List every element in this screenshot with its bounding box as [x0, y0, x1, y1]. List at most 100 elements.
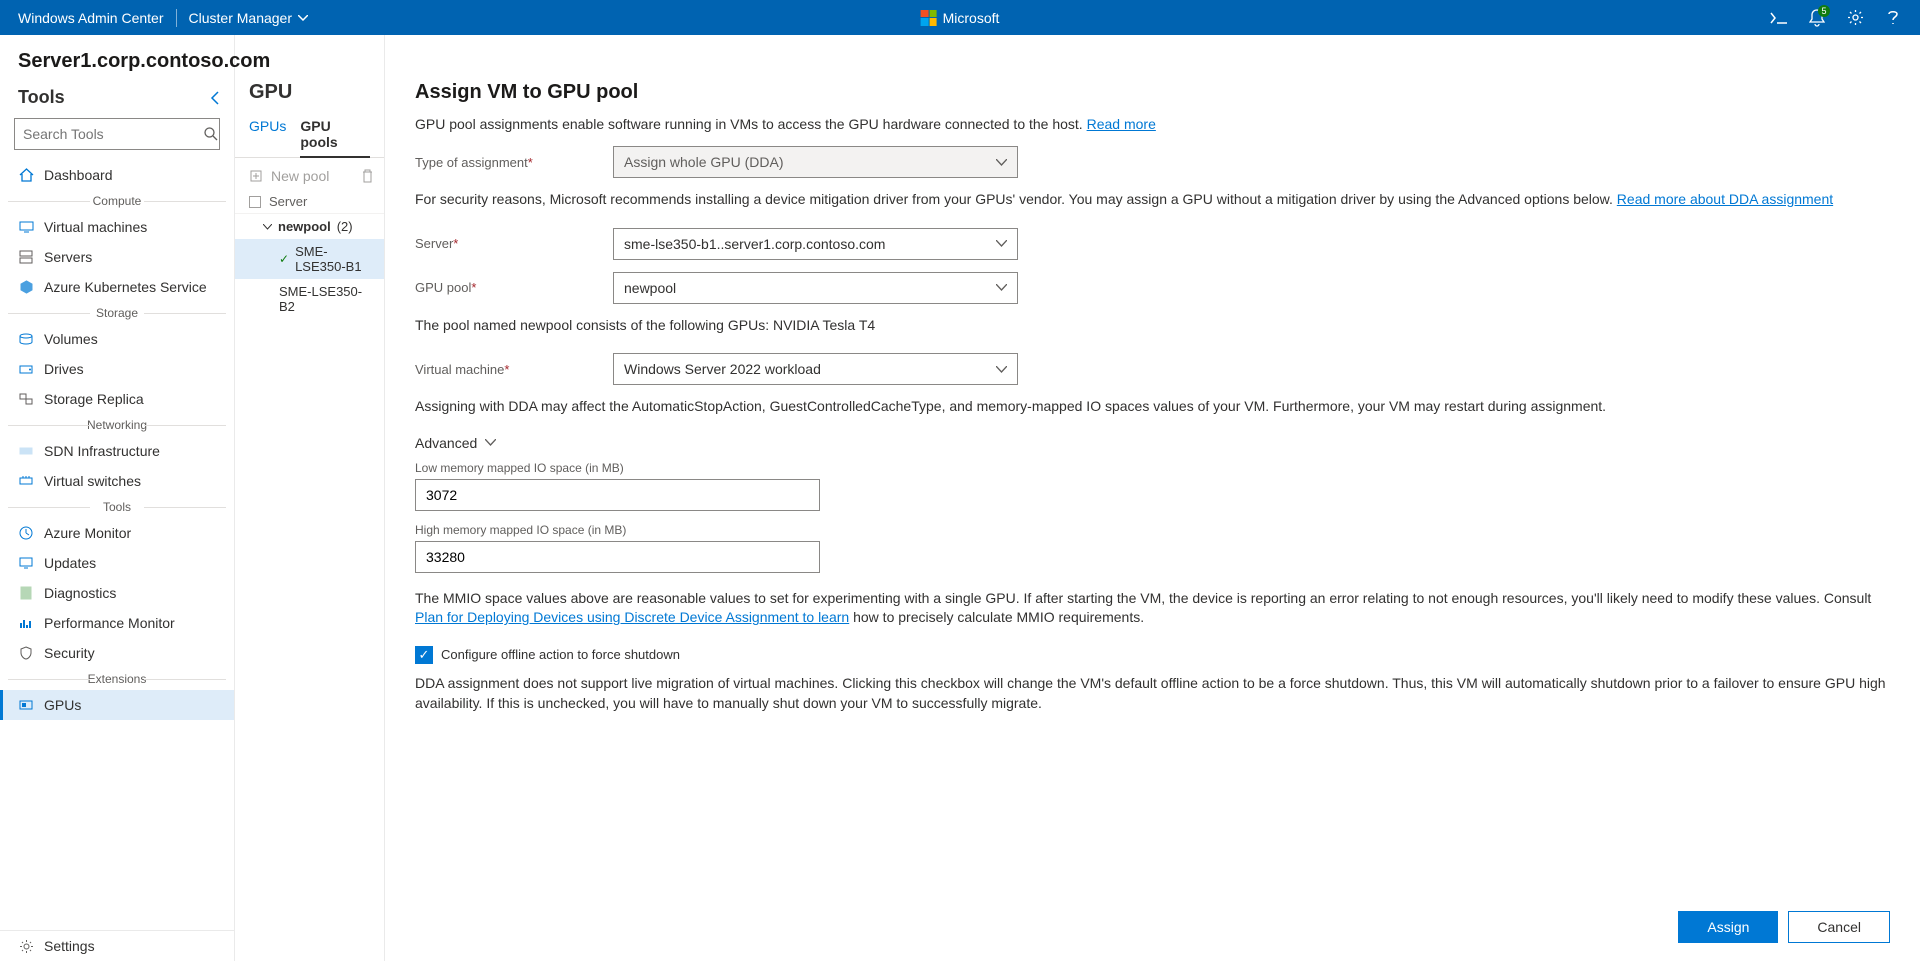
chevron-down-icon — [996, 284, 1007, 291]
nav-settings[interactable]: Settings — [0, 931, 234, 961]
security-text: For security reasons, Microsoft recommen… — [415, 190, 1890, 210]
server-column-header[interactable]: Server — [235, 190, 384, 214]
notification-badge: 5 — [1818, 5, 1830, 17]
advanced-toggle[interactable]: Advanced — [415, 435, 1890, 451]
chevron-down-icon — [996, 366, 1007, 373]
nav-volumes[interactable]: Volumes — [0, 324, 234, 354]
chevron-down-icon — [996, 240, 1007, 247]
chevron-down-icon — [298, 15, 308, 21]
nav-sdn[interactable]: SDN Infrastructure — [0, 436, 234, 466]
group-tools: Tools — [0, 496, 234, 518]
low-mmio-label: Low memory mapped IO space (in MB) — [415, 461, 1890, 475]
product-name: Windows Admin Center — [18, 10, 164, 26]
search-icon — [204, 127, 218, 141]
nav-drives[interactable]: Drives — [0, 354, 234, 384]
updates-icon — [18, 555, 34, 571]
diagnostics-icon — [18, 585, 34, 601]
pool-node-1[interactable]: ✓ SME-LSE350-B1 — [235, 239, 384, 279]
tab-gpu-pools[interactable]: GPU pools — [300, 118, 370, 158]
context-label: Cluster Manager — [189, 10, 293, 26]
banner-divider — [176, 9, 177, 27]
assign-button[interactable]: Assign — [1678, 911, 1778, 943]
context-selector[interactable]: Cluster Manager — [189, 10, 309, 26]
tools-sidebar: Server1.corp.contoso.com Tools Dashboard… — [0, 35, 235, 961]
nav-aks[interactable]: Azure Kubernetes Service — [0, 272, 234, 302]
tools-title: Tools — [18, 87, 65, 108]
security-icon — [18, 645, 34, 661]
monitor-icon — [18, 525, 34, 541]
dda-warning-text: Assigning with DDA may affect the Automa… — [415, 397, 1890, 417]
collapse-sidebar-icon[interactable] — [210, 91, 220, 105]
gear-icon — [18, 938, 34, 954]
gpu-icon — [18, 697, 34, 713]
search-input-field[interactable] — [23, 126, 204, 142]
pool-node-2[interactable]: SME-LSE350-B2 — [235, 279, 384, 319]
notifications-icon[interactable]: 5 — [1808, 9, 1826, 27]
search-tools-input[interactable] — [14, 118, 220, 150]
nav-security[interactable]: Security — [0, 638, 234, 668]
dda-read-more-link[interactable]: Read more about DDA assignment — [1617, 191, 1833, 207]
pool-label: GPU pool* — [415, 280, 613, 295]
new-pool-icon — [249, 169, 263, 183]
nav-servers[interactable]: Servers — [0, 242, 234, 272]
low-mmio-input[interactable] — [415, 479, 820, 511]
read-more-link[interactable]: Read more — [1087, 116, 1156, 132]
gpu-panel-title: GPU — [235, 81, 384, 118]
nav-updates[interactable]: Updates — [0, 548, 234, 578]
nav-virtual-switches[interactable]: Virtual switches — [0, 466, 234, 496]
nav-virtual-machines[interactable]: Virtual machines — [0, 212, 234, 242]
form-intro: GPU pool assignments enable software run… — [415, 116, 1890, 132]
group-networking: Networking — [0, 414, 234, 436]
nav-dashboard[interactable]: Dashboard — [0, 160, 234, 190]
high-mmio-label: High memory mapped IO space (in MB) — [415, 523, 1890, 537]
cloud-shell-icon[interactable] — [1770, 9, 1788, 27]
nav-diagnostics[interactable]: Diagnostics — [0, 578, 234, 608]
volumes-icon — [18, 331, 34, 347]
high-mmio-input[interactable] — [415, 541, 820, 573]
nav-storage-replica[interactable]: Storage Replica — [0, 384, 234, 414]
group-extensions: Extensions — [0, 668, 234, 690]
help-icon[interactable] — [1884, 9, 1902, 27]
mmio-info-text: The MMIO space values above are reasonab… — [415, 589, 1890, 628]
sdn-icon — [18, 443, 34, 459]
form-title: Assign VM to GPU pool — [415, 81, 1890, 104]
server-icon — [18, 249, 34, 265]
type-dropdown: Assign whole GPU (DDA) — [613, 146, 1018, 178]
brand-text: Microsoft — [943, 10, 1000, 26]
home-icon — [18, 167, 34, 183]
checkbox-info-text: DDA assignment does not support live mig… — [415, 674, 1890, 713]
perfmon-icon — [18, 615, 34, 631]
server-label: Server* — [415, 236, 613, 251]
mmio-plan-link[interactable]: Plan for Deploying Devices using Discret… — [415, 609, 849, 625]
force-shutdown-checkbox[interactable]: ✓ — [415, 646, 433, 664]
pool-gpu-info: The pool named newpool consists of the f… — [415, 316, 1890, 336]
microsoft-logo-icon — [921, 10, 937, 26]
vm-dropdown[interactable]: Windows Server 2022 workload — [613, 353, 1018, 385]
settings-icon[interactable] — [1846, 9, 1864, 27]
assign-vm-form: Assign VM to GPU pool GPU pool assignmen… — [385, 35, 1920, 961]
force-shutdown-checkbox-row[interactable]: ✓ Configure offline action to force shut… — [415, 646, 1890, 664]
gpu-panel: GPU GPUs GPU pools New pool Server newpo… — [235, 35, 385, 961]
delete-icon[interactable] — [361, 169, 374, 183]
vswitch-icon — [18, 473, 34, 489]
kubernetes-icon — [18, 279, 34, 295]
server-dropdown[interactable]: sme-lse350-b1..server1.corp.contoso.com — [613, 228, 1018, 260]
cancel-button[interactable]: Cancel — [1788, 911, 1890, 943]
top-banner: Windows Admin Center Cluster Manager Mic… — [0, 0, 1920, 35]
brand: Microsoft — [921, 10, 1000, 26]
type-label: Type of assignment* — [415, 155, 613, 170]
pool-dropdown[interactable]: newpool — [613, 272, 1018, 304]
check-icon: ✓ — [279, 252, 289, 266]
chevron-down-icon — [996, 159, 1007, 166]
nav-performance-monitor[interactable]: Performance Monitor — [0, 608, 234, 638]
nav-azure-monitor[interactable]: Azure Monitor — [0, 518, 234, 548]
vm-icon — [18, 219, 34, 235]
chevron-down-icon — [263, 224, 272, 230]
pool-row-newpool[interactable]: newpool (2) — [235, 214, 384, 239]
new-pool-button[interactable]: New pool — [235, 164, 384, 190]
nav-gpus[interactable]: GPUs — [0, 690, 234, 720]
tab-gpus[interactable]: GPUs — [249, 118, 286, 157]
select-all-checkbox[interactable] — [249, 196, 261, 208]
group-compute: Compute — [0, 190, 234, 212]
replica-icon — [18, 391, 34, 407]
